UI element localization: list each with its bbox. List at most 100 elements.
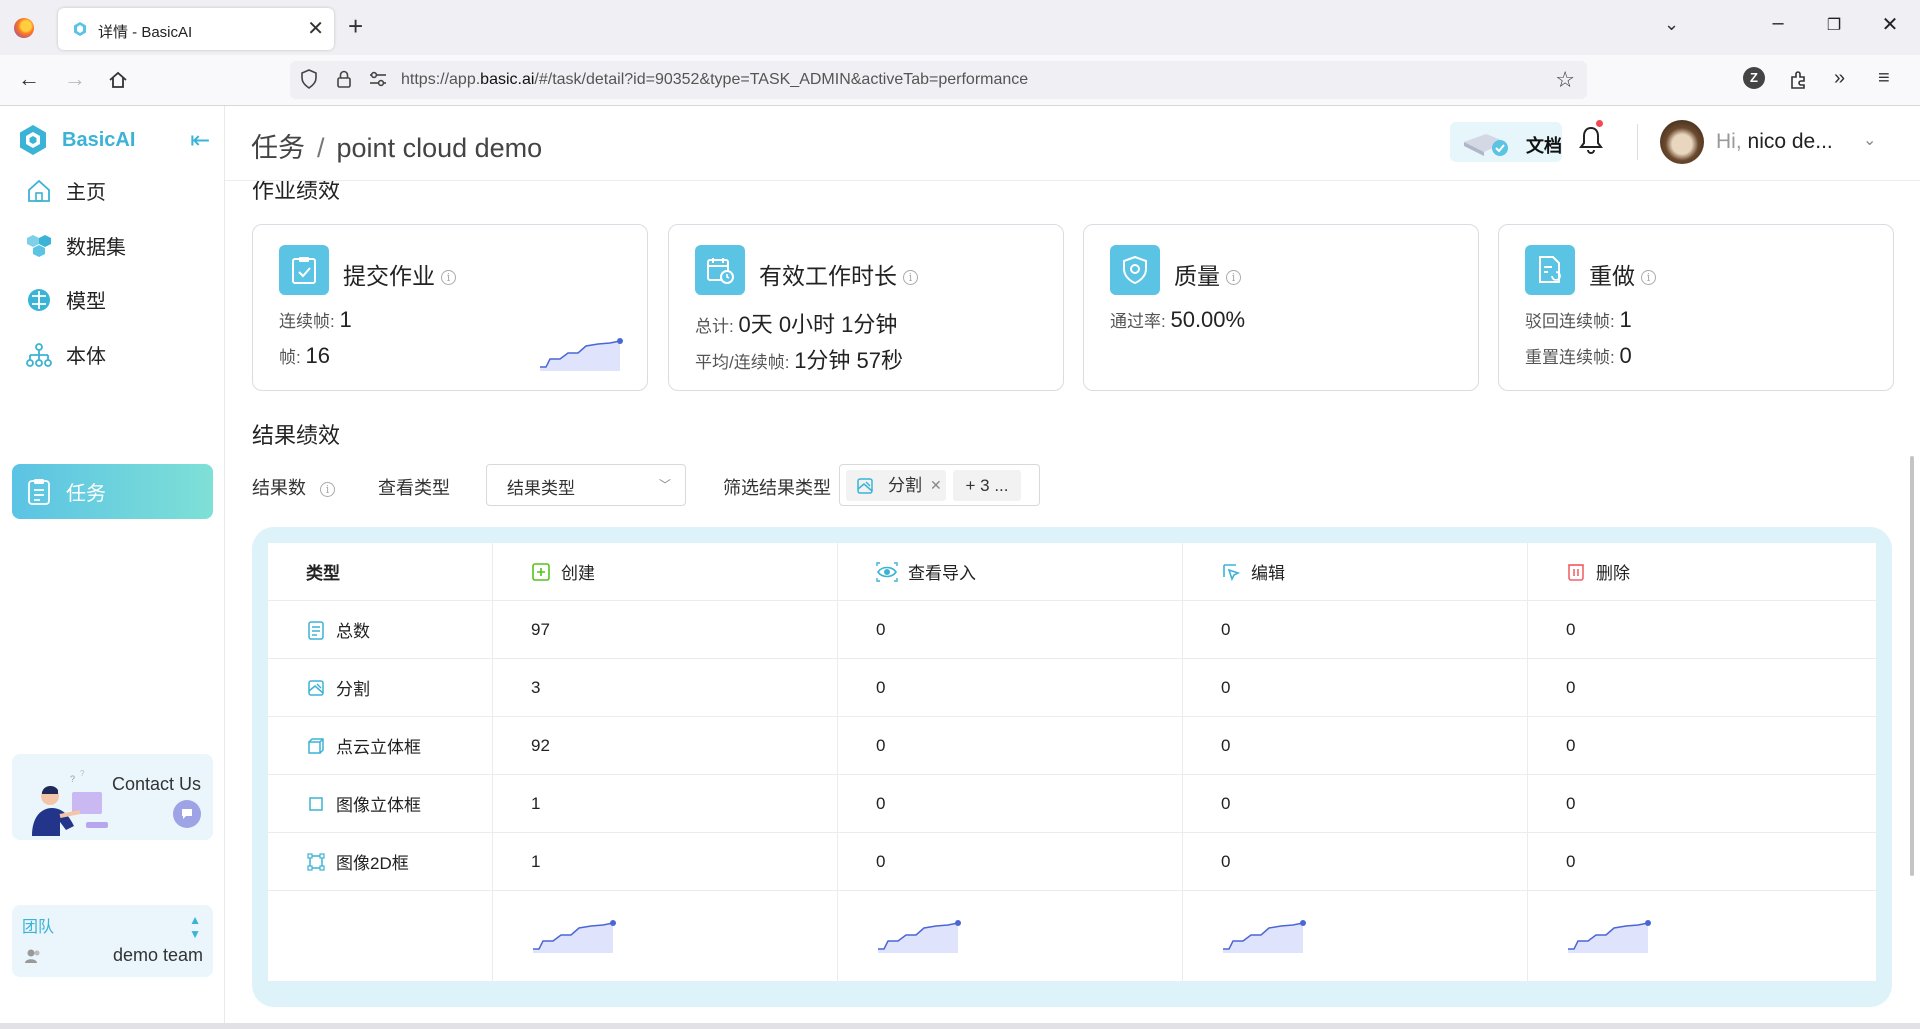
cell-value: 0 xyxy=(876,619,886,639)
permissions-icon[interactable] xyxy=(368,70,388,88)
url-path: /#/task/detail?id=90352&type=TASK_ADMIN&… xyxy=(534,71,1029,88)
submit-clipboard-icon xyxy=(279,245,329,295)
view-type-select[interactable]: 结果类型 ﹀ xyxy=(486,464,686,506)
line-label: 平均/连续帧: xyxy=(695,353,790,372)
filter-tag-segmentation[interactable]: 分割 ✕ xyxy=(846,470,946,501)
cell-value: 0 xyxy=(876,793,886,813)
svg-text:?: ? xyxy=(70,774,75,784)
team-switcher[interactable]: 团队 ▲ ▼ demo team xyxy=(12,905,213,977)
user-menu-chevron-icon[interactable]: ⌄ xyxy=(1863,130,1876,150)
sidebar: BasicAI ⇤ 主页 数据集 模型 本体 任务 ? ? Contact Us… xyxy=(0,106,225,1023)
table-cell: 92 xyxy=(493,717,838,774)
sidebar-item-ontology[interactable]: 本体 xyxy=(12,327,213,382)
delete-trash-icon xyxy=(1568,563,1584,581)
line-label: 驳回连续帧: xyxy=(1525,312,1615,331)
tab-list-chevron-icon[interactable]: ⌄ xyxy=(1664,14,1679,35)
tab-close-icon[interactable]: ✕ xyxy=(307,16,324,41)
table-cell: 0 xyxy=(838,601,1183,658)
team-switch-chevron-icon[interactable]: ▲ ▼ xyxy=(189,913,201,941)
info-icon[interactable]: i xyxy=(903,270,918,286)
sidebar-item-label: 模型 xyxy=(66,291,106,313)
home-page-icon[interactable] xyxy=(108,70,128,90)
card-line: 重置连续帧: 0 xyxy=(1525,343,1632,369)
result-type-multiselect[interactable]: 分割 ✕ + 3 ... xyxy=(839,464,1040,506)
cell-value: 0 xyxy=(1221,677,1231,697)
lock-icon[interactable] xyxy=(336,69,352,89)
url-text[interactable]: https://app.basic.ai/#/task/detail?id=90… xyxy=(401,71,1028,89)
cell-value: 0 xyxy=(1221,793,1231,813)
url-prefix: https://app. xyxy=(401,71,481,88)
minimize-icon[interactable]: – xyxy=(1758,12,1798,35)
chat-bubble-icon[interactable] xyxy=(173,800,201,828)
effective-work-time-card: 有效工作时长 i 总计: 0天 0小时 1分钟 平均/连续帧: 1分钟 57秒 xyxy=(668,224,1064,391)
header-cell: 编辑 xyxy=(1183,543,1528,600)
info-icon[interactable]: i xyxy=(320,481,335,497)
trend-row xyxy=(268,891,1876,981)
breadcrumb-tasks-link[interactable]: 任务 xyxy=(251,133,305,163)
notification-bell-icon[interactable] xyxy=(1578,124,1604,154)
tracking-shield-icon[interactable] xyxy=(300,69,318,89)
cell-value: 0 xyxy=(1566,735,1576,755)
info-icon[interactable]: i xyxy=(1226,270,1241,286)
table-cell: 0 xyxy=(1183,659,1528,716)
sidebar-item-datasets[interactable]: 数据集 xyxy=(12,218,213,273)
tag-remove-icon[interactable]: ✕ xyxy=(930,470,942,501)
sidebar-item-tasks[interactable]: 任务 xyxy=(12,464,213,519)
chevron-down-icon: ﹀ xyxy=(658,478,671,492)
result-performance-title: 结果绩效 xyxy=(252,423,341,448)
sidebar-item-models[interactable]: 模型 xyxy=(12,272,213,327)
notification-badge xyxy=(1596,120,1603,127)
sparkline-icon xyxy=(1568,920,1651,953)
new-tab-icon[interactable]: + xyxy=(348,12,363,40)
url-bar[interactable]: https://app.basic.ai/#/task/detail?id=90… xyxy=(290,61,1587,99)
filter-tag-more[interactable]: + 3 ... xyxy=(953,470,1021,501)
table-row: 图像2D框 1 0 0 0 xyxy=(268,833,1876,891)
zotero-extension-icon[interactable]: Z xyxy=(1743,67,1765,89)
window-close-icon[interactable]: ✕ xyxy=(1870,12,1910,37)
table-cell: 0 xyxy=(1183,717,1528,774)
page-scrollbar[interactable] xyxy=(1910,456,1914,876)
team-label: 团队 xyxy=(22,919,55,936)
sidebar-item-label: 本体 xyxy=(66,346,106,368)
table-row: 点云立体框 92 0 0 0 xyxy=(268,717,1876,775)
line-label: 连续帧: xyxy=(279,312,335,331)
brand-logo[interactable]: BasicAI xyxy=(18,124,135,156)
avatar[interactable] xyxy=(1660,120,1704,164)
line-label: 帧: xyxy=(279,348,301,367)
result-filter-row: 结果数 i 查看类型 结果类型 ﹀ 筛选结果类型 分割 ✕ + 3 ... xyxy=(252,464,1892,506)
browser-tab[interactable]: 详情 - BasicAI ✕ xyxy=(58,8,334,50)
info-icon[interactable]: i xyxy=(1641,270,1656,286)
header-edit: 编辑 xyxy=(1251,564,1285,583)
user-greeting[interactable]: Hi, nico de... xyxy=(1716,130,1833,154)
contact-us-card[interactable]: ? ? Contact Us xyxy=(12,754,213,840)
info-icon[interactable]: i xyxy=(441,270,456,286)
breadcrumb: 任务 / point cloud demo xyxy=(251,126,542,165)
extensions-puzzle-icon[interactable] xyxy=(1788,69,1810,91)
filter-result-type-label: 筛选结果类型 xyxy=(723,478,831,498)
edit-cursor-icon xyxy=(1223,563,1241,581)
collapse-sidebar-icon[interactable]: ⇤ xyxy=(190,126,210,155)
table-header-row: 类型 创建 查看导入 编辑 删除 xyxy=(268,543,1876,601)
breadcrumb-current: point cloud demo xyxy=(336,133,543,163)
card-title-text: 质量 xyxy=(1174,263,1220,289)
overflow-chevron-icon[interactable]: » xyxy=(1834,67,1845,90)
table-cell: 0 xyxy=(838,775,1183,832)
cell-value: 0 xyxy=(1221,619,1231,639)
menu-hamburger-icon[interactable]: ≡ xyxy=(1878,67,1890,90)
app-header: 任务 / point cloud demo 文档 Hi, nico de... ⌄ xyxy=(225,106,1920,181)
image-cuboid-icon xyxy=(306,794,326,814)
bookmark-star-icon[interactable]: ☆ xyxy=(1555,67,1575,93)
result-count-label: 结果数 i xyxy=(252,474,335,500)
back-icon[interactable]: ← xyxy=(18,66,40,92)
cell-value: 0 xyxy=(876,851,886,871)
table-cell: 0 xyxy=(838,717,1183,774)
docs-label: 文档 xyxy=(1526,136,1562,156)
firefox-icon[interactable] xyxy=(14,18,34,38)
table-cell: 0 xyxy=(1528,659,1876,716)
docs-button[interactable]: 文档 xyxy=(1450,122,1562,162)
docs-book-icon xyxy=(1464,134,1508,156)
sidebar-item-home[interactable]: 主页 xyxy=(12,163,213,218)
card-line: 帧: 16 xyxy=(279,343,330,369)
restore-icon[interactable]: ❐ xyxy=(1814,15,1854,35)
forward-icon[interactable]: → xyxy=(64,66,86,92)
